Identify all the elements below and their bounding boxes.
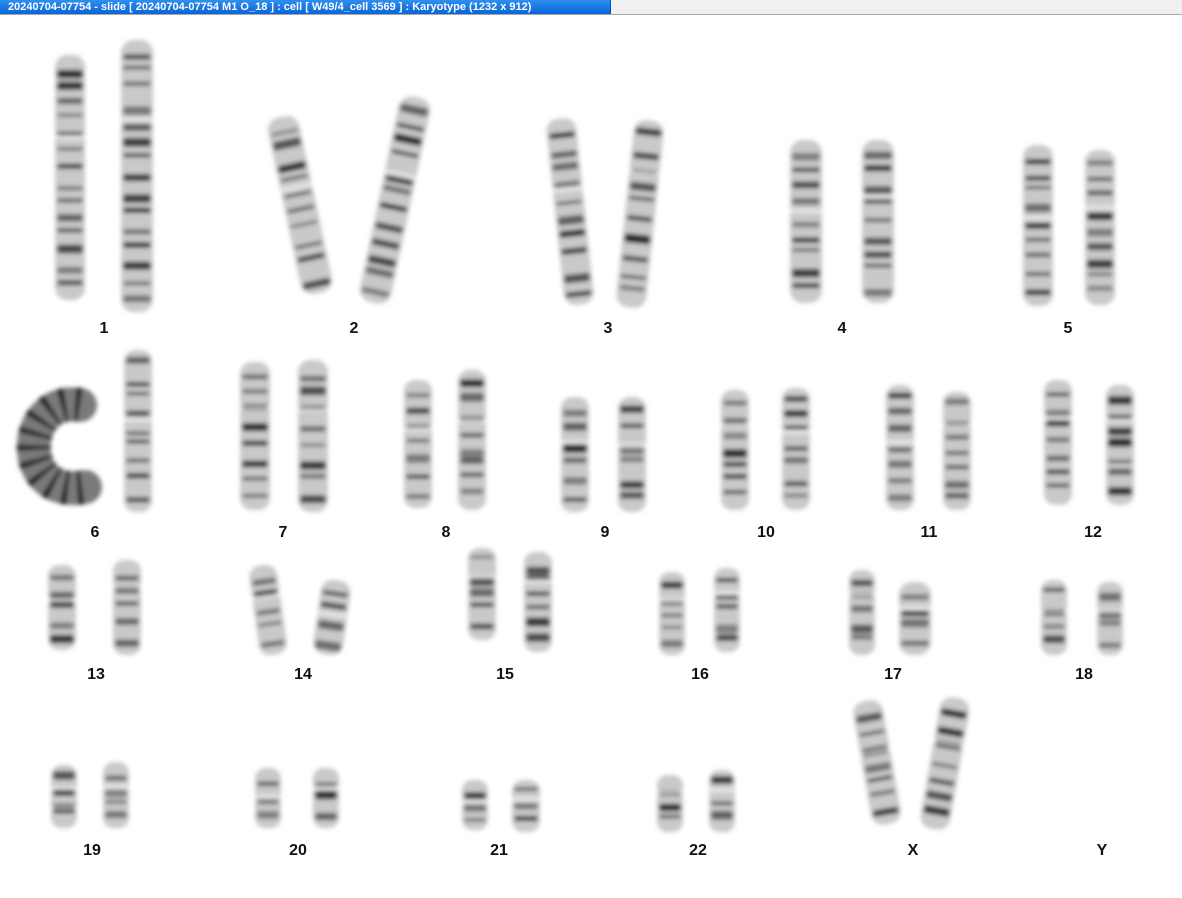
chromosome-11-a [885, 385, 915, 510]
chromosome-10-a [720, 390, 750, 510]
chromosome-label-2: 2 [350, 320, 359, 337]
chromosome-15-a [467, 548, 497, 640]
chromosome-label-6: 6 [91, 524, 100, 541]
chromosome-2-b [359, 96, 431, 304]
chromosome-label-5: 5 [1064, 320, 1073, 337]
chromosome-19-b [102, 762, 130, 828]
chromosome-14-a [249, 564, 287, 656]
chromosome-7-a [239, 362, 271, 510]
chromosome-label-22: 22 [689, 842, 707, 859]
chromosome-label-8: 8 [442, 524, 451, 541]
chromosome-label-X: X [908, 842, 919, 859]
chromosome-label-17: 17 [884, 666, 902, 683]
chromosome-label-14: 14 [294, 666, 312, 683]
chromosome-7-b [297, 360, 329, 512]
chromosome-6-a [16, 387, 102, 506]
chromosome-11-b [942, 392, 972, 510]
chromosome-20-b [312, 768, 340, 828]
chromosome-label-19: 19 [83, 842, 101, 859]
chromosome-12-a [1043, 380, 1073, 505]
chromosome-16-a [658, 572, 686, 655]
chromosome-22-a [656, 775, 684, 832]
chromosome-18-a [1040, 580, 1068, 655]
chromosome-label-9: 9 [601, 524, 610, 541]
chromosome-label-20: 20 [289, 842, 307, 859]
chromosome-17-b [898, 582, 932, 655]
chromosome-label-13: 13 [87, 666, 105, 683]
chromosome-label-15: 15 [496, 666, 514, 683]
chromosome-label-Y: Y [1097, 842, 1108, 859]
chromosome-5-a [1022, 145, 1054, 306]
chromosome-1-a [54, 55, 86, 300]
chromosome-5-b [1084, 150, 1116, 305]
chromosome-9-b [617, 397, 647, 512]
chromosome-4-a [789, 140, 823, 303]
chromosome-X-b [920, 697, 970, 830]
chromosome-15-b [523, 552, 553, 652]
chromosome-3-a [546, 118, 594, 305]
chromosome-13-a [47, 565, 77, 650]
chromosome-13-b [112, 560, 142, 655]
chromosome-16-b [713, 568, 741, 652]
chromosome-9-a [560, 397, 590, 512]
karyogram: 1 2 3 4 56 7 8 9 10 11 1213 14 15 16 17 1819 20 21 22 X Y [16, 40, 1135, 859]
chromosome-label-21: 21 [490, 842, 508, 859]
chromosome-19-a [50, 765, 78, 828]
chromosome-3-b [616, 120, 664, 308]
chromosome-6-b [123, 350, 153, 512]
window-title-tab[interactable]: 20240704-07754 - slide [ 20240704-07754 … [0, 0, 611, 14]
chromosome-label-16: 16 [691, 666, 709, 683]
chromosome-8-a [403, 380, 433, 508]
chromosome-2-a [268, 116, 332, 294]
chromosome-1-b [120, 40, 154, 312]
chromosome-label-3: 3 [604, 320, 613, 337]
chromosome-20-a [254, 768, 282, 828]
chromosome-X-a [853, 700, 901, 825]
chromosome-label-4: 4 [838, 320, 847, 337]
chromosome-12-b [1105, 385, 1135, 505]
chromosome-label-10: 10 [757, 524, 775, 541]
chromosome-21-b [511, 780, 541, 832]
chromosome-label-7: 7 [279, 524, 288, 541]
chromosome-label-11: 11 [921, 524, 938, 541]
chromosome-label-12: 12 [1084, 524, 1102, 541]
window-titlebar: 20240704-07754 - slide [ 20240704-07754 … [0, 0, 1182, 15]
chromosome-17-a [848, 570, 876, 655]
chromosome-22-b [708, 770, 736, 832]
chromosome-10-b [781, 388, 811, 510]
chromosome-4-b [861, 140, 895, 303]
chromosome-14-b [313, 579, 351, 656]
chromosome-label-1: 1 [100, 320, 109, 337]
window-title: 20240704-07754 - slide [ 20240704-07754 … [8, 1, 532, 13]
chromosome-label-18: 18 [1075, 666, 1093, 683]
chromosome-21-a [461, 780, 489, 830]
chromosome-8-b [457, 370, 487, 510]
chromosome-18-b [1096, 582, 1124, 655]
